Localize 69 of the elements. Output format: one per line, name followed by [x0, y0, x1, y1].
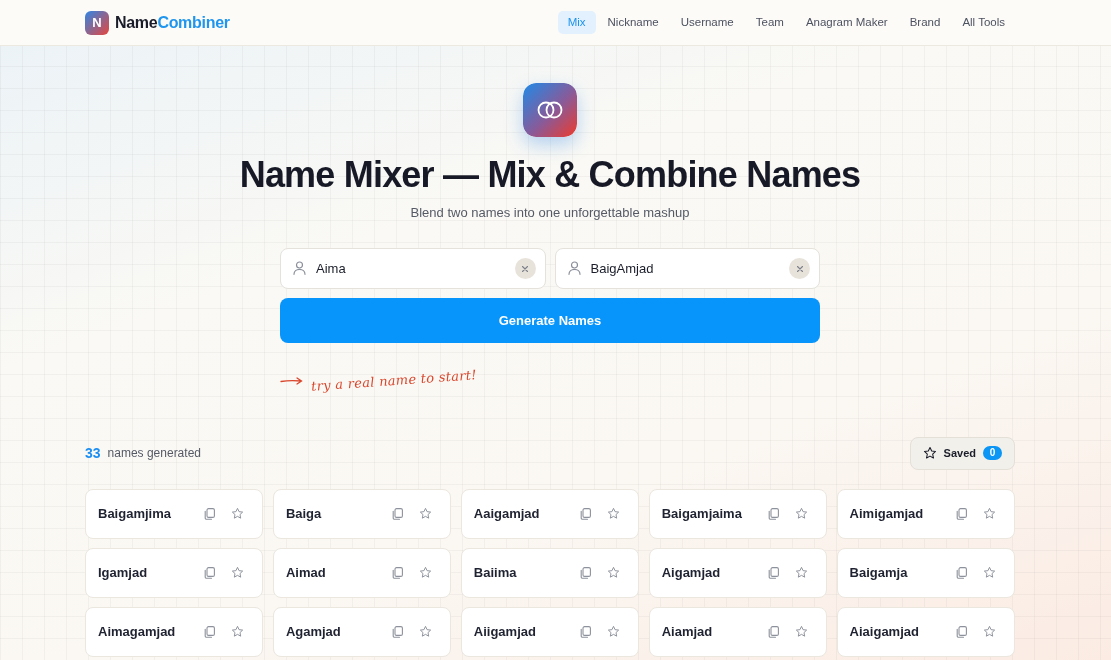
name-text: Aimagamjad [98, 622, 176, 641]
name-text: Aaigamjad [473, 504, 540, 523]
hint-text: try a real name to start! [310, 366, 478, 396]
star-icon[interactable] [419, 507, 433, 520]
name-text: Aiigamjad [473, 622, 536, 641]
copy-icon[interactable] [204, 625, 216, 638]
logo-badge[interactable]: N [85, 10, 109, 35]
star-icon[interactable] [795, 566, 809, 579]
name-text: Aimigamjad [849, 504, 924, 523]
copy-icon[interactable] [580, 507, 592, 520]
nav-link[interactable]: All Tools [952, 11, 1015, 34]
two-rings-icon [523, 83, 577, 137]
close-icon [522, 265, 528, 272]
copy-icon[interactable] [768, 507, 780, 520]
name-text: Baigamja [849, 563, 908, 582]
star-icon[interactable] [983, 566, 996, 579]
name-text: Baiima [473, 563, 517, 582]
name-field[interactable]: BaigAmjad [554, 248, 820, 289]
copy-icon[interactable] [580, 625, 592, 638]
person-icon [293, 261, 306, 275]
copy-icon[interactable] [956, 507, 967, 520]
star-icon[interactable] [231, 566, 245, 579]
star-icon[interactable] [231, 507, 245, 520]
copy-icon[interactable] [204, 507, 216, 520]
page-title: Name Mixer — Mix & Combine Names [239, 153, 861, 197]
star-icon[interactable] [607, 566, 621, 579]
star-icon[interactable] [607, 625, 621, 638]
name-text: Aigamjad [661, 563, 721, 582]
nav-link[interactable]: Username [670, 11, 744, 34]
nav-link[interactable]: Anagram Maker [795, 11, 898, 34]
name-text: Aiamjad [661, 622, 713, 641]
star-icon[interactable] [795, 625, 809, 638]
name-text: Baigamjaima [661, 504, 742, 523]
star-icon[interactable] [983, 507, 996, 520]
copy-icon[interactable] [768, 625, 780, 638]
person-icon [567, 261, 581, 275]
copy-icon[interactable] [956, 625, 967, 638]
result-label: names generated [107, 445, 201, 462]
copy-icon[interactable] [204, 566, 216, 579]
name-text: Igamjad [98, 563, 148, 582]
nav-link[interactable]: Nickname [597, 11, 669, 34]
copy-icon[interactable] [392, 507, 404, 520]
arrow-icon [280, 376, 303, 385]
copy-icon[interactable] [768, 566, 780, 579]
result-count: 33 [85, 443, 101, 463]
close-icon [796, 265, 803, 272]
star-icon[interactable] [983, 625, 996, 638]
nav-link[interactable]: Team [745, 11, 794, 34]
copy-icon[interactable] [956, 566, 967, 579]
name-text: Agamjad [285, 622, 341, 641]
nav-link[interactable]: Brand [899, 11, 951, 34]
star-icon[interactable] [607, 507, 621, 520]
star-icon[interactable] [419, 625, 433, 638]
name-text: Aiaigamjad [849, 622, 919, 641]
page-subtitle: Blend two names into one unforgettable mashup [410, 204, 690, 222]
copy-icon[interactable] [392, 566, 404, 579]
saved-button[interactable]: Saved 0 [909, 436, 1015, 470]
star-icon[interactable] [419, 566, 433, 579]
name-field[interactable]: Aima [280, 248, 546, 289]
name-text: Baiga [285, 504, 322, 523]
star-icon [922, 446, 937, 460]
name-text: Baigamjima [98, 504, 171, 523]
star-icon[interactable] [795, 507, 809, 520]
name-text: Aimad [285, 563, 326, 582]
star-icon[interactable] [231, 625, 245, 638]
brand-name[interactable]: NameCombiner [115, 10, 230, 35]
copy-icon[interactable] [580, 566, 592, 579]
count-badge: 0 [983, 446, 1002, 460]
copy-icon[interactable] [392, 625, 404, 638]
